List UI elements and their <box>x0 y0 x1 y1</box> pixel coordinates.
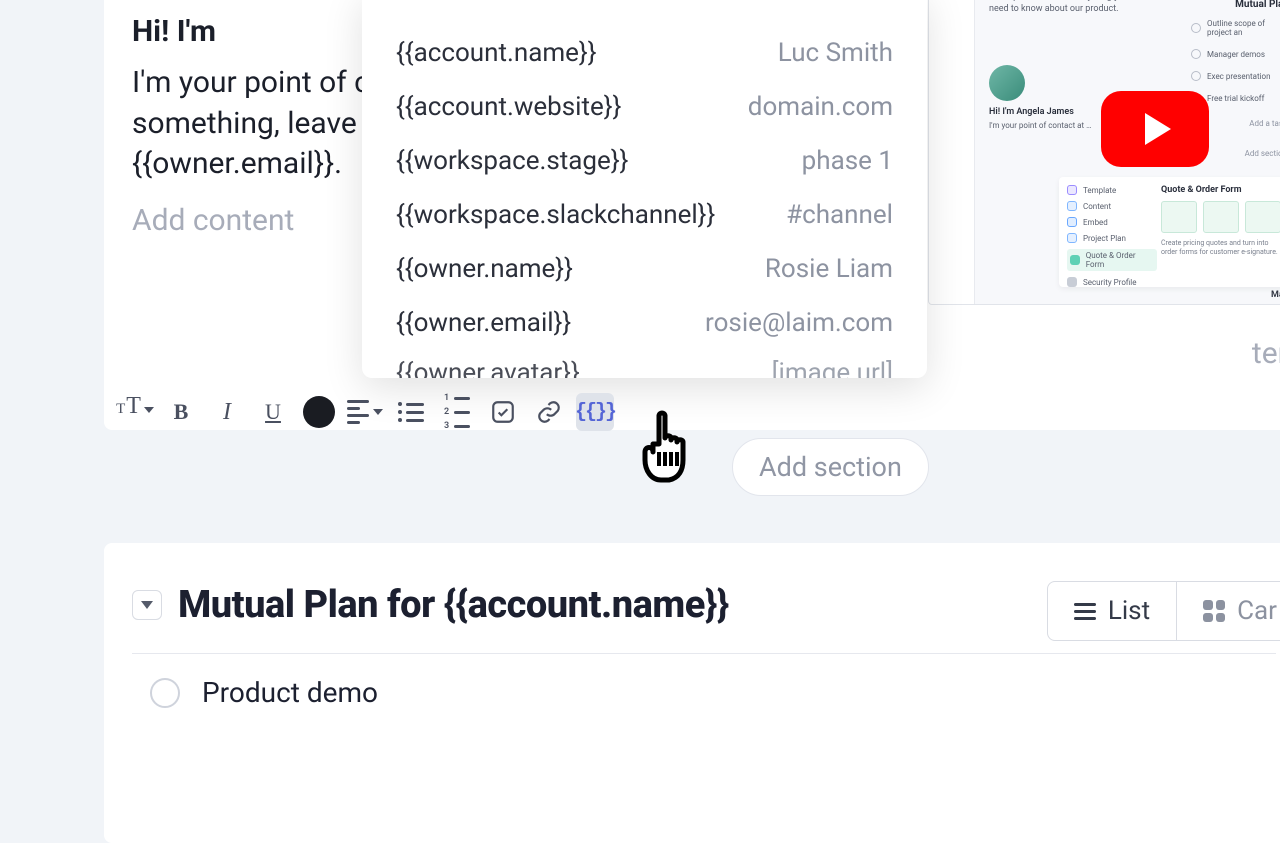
list-icon <box>1074 603 1096 620</box>
variable-option[interactable]: {{account.name}} Luc Smith <box>362 26 927 80</box>
template-item: Project Plan <box>1067 233 1157 243</box>
variable-key: {{owner.avatar}} <box>396 358 580 378</box>
play-icon <box>1145 113 1171 145</box>
add-section-mini: Add section <box>1245 149 1280 158</box>
variable-option[interactable]: {{workspace.stage}} phase 1 <box>362 134 927 188</box>
card-view-label: Car <box>1237 596 1277 626</box>
variable-key: {{owner.name}} <box>396 254 573 284</box>
template-item: Embed <box>1067 217 1157 227</box>
task-item: Outline scope of project an <box>1191 19 1280 37</box>
chevron-down-icon <box>141 601 153 609</box>
add-task-mini: Add a task <box>1249 119 1280 128</box>
braces-icon: {{}} <box>575 401 615 424</box>
card-view-button[interactable]: Car <box>1177 581 1280 641</box>
insert-variable-button[interactable]: {{}} <box>576 393 614 431</box>
template-item: Template <box>1067 185 1157 195</box>
template-item: Security Profile <box>1067 277 1157 287</box>
template-list: Template Content Embed Project Plan Quot… <box>1067 185 1157 293</box>
mutual-plan-card: Mutual Plan for {{account.name}} List Ca… <box>104 543 1280 843</box>
list-view-button[interactable]: List <box>1047 581 1177 641</box>
template-preview: Quote & Order Form Create pricing quotes… <box>1161 185 1280 257</box>
bullet-list-button[interactable] <box>392 393 430 431</box>
variable-option[interactable]: {{workspace.slackchannel}} #channel <box>362 188 927 242</box>
collapse-toggle[interactable] <box>132 590 162 620</box>
variable-value: [image url] <box>772 358 893 378</box>
task-checkbox[interactable] <box>150 678 180 708</box>
bullet-list-icon <box>398 402 424 422</box>
avatar <box>989 65 1025 101</box>
variable-option[interactable]: {{owner.name}} Rosie Liam <box>362 242 927 296</box>
mini-sidebar <box>929 0 975 304</box>
variable-key: {{workspace.stage}} <box>396 146 628 176</box>
youtube-play-button[interactable] <box>1101 91 1209 167</box>
variable-value: phase 1 <box>802 146 893 176</box>
variable-value: Luc Smith <box>778 38 893 68</box>
text-size-button[interactable]: TT <box>116 393 154 431</box>
variable-option[interactable]: {{owner.avatar}} [image url] <box>362 350 927 378</box>
variable-key: {{workspace.slackchannel}} <box>396 200 715 230</box>
variable-key: {{owner.email}} <box>396 308 571 338</box>
plan-title[interactable]: Mutual Plan for {{account.name}} <box>178 583 729 627</box>
variable-key: {{account.website}} <box>396 92 621 122</box>
divider <box>132 653 1276 654</box>
template-item: Content <box>1067 201 1157 211</box>
template-title: Quote & Order Form <box>1161 185 1280 195</box>
view-switcher: List Car <box>1047 581 1280 641</box>
mutual-plan-label: Mutual Plan <box>1235 0 1280 10</box>
align-left-icon <box>347 400 369 424</box>
video-mass-label: Mass <box>1271 290 1280 300</box>
task-item: Manager demos <box>1191 49 1280 59</box>
variable-option[interactable]: {{owner.email}} rosie@laim.com <box>362 296 927 350</box>
overview-subtitle: We're excited to partner with AI5 to tra… <box>989 0 1149 16</box>
underline-button[interactable]: U <box>254 393 292 431</box>
numbered-list-icon: 1 2 3 <box>444 393 470 431</box>
checklist-button[interactable] <box>484 393 522 431</box>
variable-value: rosie@laim.com <box>705 308 893 338</box>
check-square-icon <box>490 399 516 425</box>
link-button[interactable] <box>530 393 568 431</box>
greeting-mini-sub: I'm your point of contact at … <box>989 121 1109 131</box>
template-item-selected: Quote & Order Form <box>1067 249 1157 271</box>
align-button[interactable] <box>346 393 384 431</box>
link-icon <box>536 399 562 425</box>
add-section-button[interactable]: Add section <box>732 438 929 496</box>
video-preview-panel: Overview We're excited to partner with A… <box>928 0 1280 305</box>
task-item: Exec presentation <box>1191 71 1280 81</box>
variable-picker-dropdown[interactable]: {{account.name}} Luc Smith {{account.web… <box>362 0 927 378</box>
template-desc: Create pricing quotes and turn into orde… <box>1161 239 1280 257</box>
variable-value: domain.com <box>748 92 893 122</box>
template-picker-mini: Template Content Embed Project Plan Quot… <box>1059 177 1280 287</box>
form-thumbs <box>1161 201 1280 233</box>
greeting-mini: Hi! I'm Angela James <box>989 107 1074 117</box>
task-label: Product demo <box>202 676 378 709</box>
plan-task-row[interactable]: Product demo <box>132 676 1276 709</box>
italic-button[interactable]: I <box>208 393 246 431</box>
variable-option[interactable]: {{account.website}} domain.com <box>362 80 927 134</box>
text-toolbar: TT B I U 1 2 3 {{}} <box>104 390 626 434</box>
color-swatch-icon <box>303 396 335 428</box>
bold-button[interactable]: B <box>162 393 200 431</box>
text-color-button[interactable] <box>300 393 338 431</box>
add-content-right[interactable]: tent <box>1252 336 1280 371</box>
grid-icon <box>1203 600 1225 622</box>
variable-value: Rosie Liam <box>765 254 893 284</box>
variable-value: #channel <box>786 200 893 230</box>
variable-key: {{account.name}} <box>396 38 597 68</box>
numbered-list-button[interactable]: 1 2 3 <box>438 393 476 431</box>
list-view-label: List <box>1108 596 1150 626</box>
